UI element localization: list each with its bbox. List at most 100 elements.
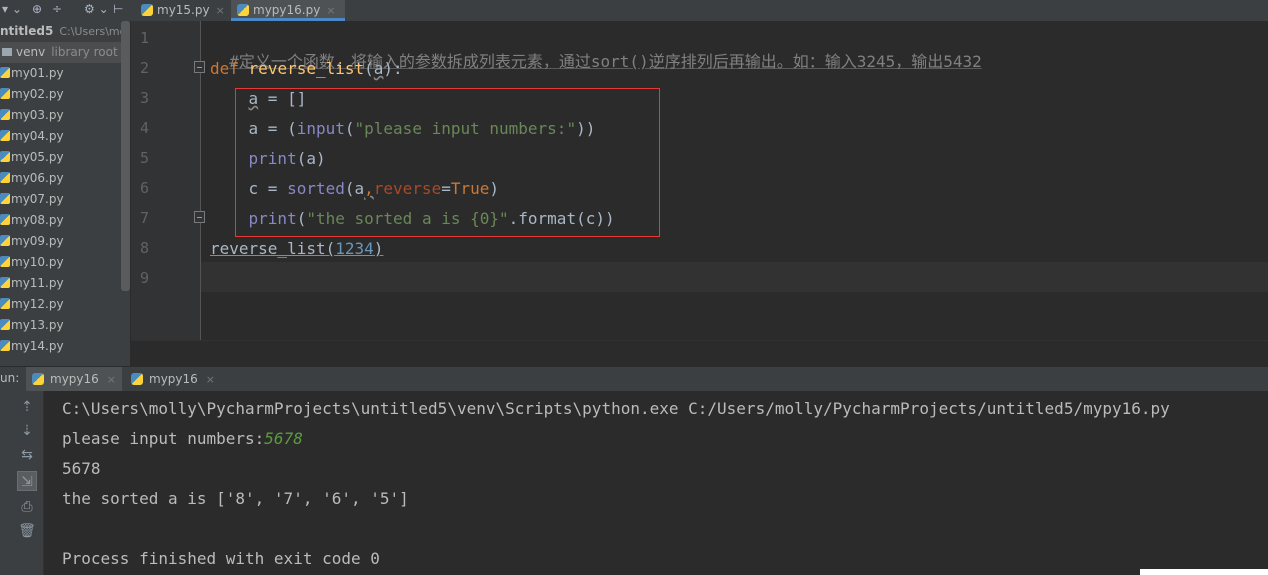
folder-icon <box>2 48 12 56</box>
tab-label: mypy16.py <box>253 3 321 17</box>
sidebar-file-item[interactable]: my14.py <box>0 336 64 357</box>
gear-icon[interactable]: ⚙ ⌄ <box>84 2 109 16</box>
file-label: my01.py <box>11 66 64 80</box>
console-prompt: please input numbers: <box>62 429 265 448</box>
fold-close-icon[interactable] <box>194 211 205 223</box>
sidebar-file-item[interactable]: my09.py <box>0 231 64 252</box>
collapse-icon[interactable]: ÷ <box>52 2 62 16</box>
sidebar-file-item[interactable]: my01.py <box>0 63 64 84</box>
console-prompt-line: please input numbers:5678 <box>62 429 303 448</box>
soft-wrap-icon[interactable]: ⇆ <box>17 445 37 465</box>
arrow-up-icon[interactable]: ⇡ <box>17 397 37 417</box>
file-label: my09.py <box>11 234 64 248</box>
python-file-icon <box>237 4 249 16</box>
close-icon[interactable]: × <box>326 4 335 17</box>
python-file-icon <box>141 4 153 16</box>
file-label: my10.py <box>11 255 64 269</box>
console-command: C:\Users\molly\PycharmProjects\untitled5… <box>62 399 1170 418</box>
paren: ( <box>325 239 336 258</box>
sidebar-file-item[interactable]: my07.py <box>0 189 64 210</box>
close-icon[interactable]: × <box>216 4 225 17</box>
project-sidebar: ntitled5 C:\Users\mol venv library root my… <box>0 21 131 366</box>
sidebar-file-item[interactable]: my12.py <box>0 294 64 315</box>
python-file-icon <box>0 277 10 288</box>
function-name: reverse_list <box>248 59 365 78</box>
line-number: 9 <box>139 269 149 287</box>
tab-mypy16[interactable]: mypy16.py × <box>231 0 345 21</box>
dropdown-icon[interactable]: ▾ ⌄ <box>2 2 22 16</box>
project-root[interactable]: ntitled5 C:\Users\mol <box>0 21 129 42</box>
python-file-icon <box>0 235 10 246</box>
file-label: my11.py <box>11 276 64 290</box>
editor-tab-bar: my15.py × mypy16.py × <box>131 0 1268 22</box>
sidebar-file-item[interactable]: my02.py <box>0 84 64 105</box>
run-console[interactable] <box>44 391 1268 575</box>
hide-icon[interactable]: ⊢ <box>113 2 123 16</box>
keyword-def: def <box>210 59 239 78</box>
add-icon[interactable]: ⊕ <box>32 2 42 16</box>
file-label: my07.py <box>11 192 64 206</box>
file-label: my13.py <box>11 318 64 332</box>
venv-label: venv <box>16 45 46 59</box>
line-number: 3 <box>139 89 149 107</box>
tab-my15[interactable]: my15.py × <box>141 0 226 21</box>
window-edge <box>1140 569 1268 575</box>
python-file-icon <box>0 67 10 78</box>
line-number: 5 <box>139 149 149 167</box>
line-number: 8 <box>139 239 149 257</box>
sidebar-file-item[interactable]: my08.py <box>0 210 64 231</box>
project-root-name: ntitled5 <box>0 24 54 38</box>
python-file-icon <box>0 88 10 99</box>
param-a: a <box>373 59 384 78</box>
python-file-icon <box>0 151 10 162</box>
console-exit: Process finished with exit code 0 <box>62 549 380 568</box>
python-file-icon <box>0 193 10 204</box>
sidebar-scrollbar[interactable] <box>121 21 130 291</box>
close-icon[interactable]: × <box>107 373 116 386</box>
python-file-icon <box>0 109 10 120</box>
sidebar-file-item[interactable]: my10.py <box>0 252 64 273</box>
file-label: my05.py <box>11 150 64 164</box>
line-number: 4 <box>139 119 149 137</box>
file-label: my14.py <box>11 339 64 353</box>
run-tab-label: mypy16 <box>149 372 198 386</box>
file-label: my03.py <box>11 108 64 122</box>
run-panel-header: un: mypy16 × mypy16 × <box>0 366 1268 392</box>
python-run-icon <box>131 373 143 385</box>
fold-open-icon[interactable] <box>194 61 205 73</box>
tab-label: my15.py <box>157 3 210 17</box>
console-user-input: 5678 <box>264 429 303 448</box>
paren: ) <box>373 239 384 258</box>
scroll-to-end-icon[interactable]: ⇲ <box>17 471 37 491</box>
sidebar-file-item[interactable]: my11.py <box>0 273 64 294</box>
print-icon[interactable]: ⎙ <box>17 497 37 517</box>
venv-hint: library root <box>51 45 118 59</box>
python-file-icon <box>0 256 10 267</box>
python-file-icon <box>0 214 10 225</box>
python-file-icon <box>0 340 10 351</box>
number-literal: 1234 <box>335 239 374 258</box>
sidebar-file-item[interactable]: my04.py <box>0 126 64 147</box>
project-root-path: C:\Users\mol <box>59 25 130 38</box>
project-toolbar: ▾ ⌄ ⊕ ÷ ⚙ ⌄ ⊢ <box>0 0 131 22</box>
file-label: my08.py <box>11 213 64 227</box>
close-icon[interactable]: × <box>206 373 215 386</box>
sidebar-file-item[interactable]: my06.py <box>0 168 64 189</box>
sidebar-file-item[interactable]: my13.py <box>0 315 64 336</box>
run-label: un: <box>0 371 20 385</box>
file-label: my04.py <box>11 129 64 143</box>
trash-icon[interactable]: 🗑 <box>17 521 37 541</box>
sidebar-file-item[interactable]: my03.py <box>0 105 64 126</box>
python-file-icon <box>0 130 10 141</box>
python-file-icon <box>0 298 10 309</box>
sidebar-file-item[interactable]: my05.py <box>0 147 64 168</box>
sidebar-item-venv[interactable]: venv library root <box>0 42 131 63</box>
arrow-down-icon[interactable]: ⇣ <box>17 421 37 441</box>
run-tab-mypy16[interactable]: mypy16 × <box>26 367 122 392</box>
run-tab-mypy16-2[interactable]: mypy16 × <box>125 367 221 392</box>
annotation-highlight-box <box>235 88 660 237</box>
python-file-icon <box>0 172 10 183</box>
line-number: 1 <box>139 29 149 47</box>
code-line-2: def reverse_list(a): <box>210 59 403 78</box>
function-call: reverse_list <box>210 239 326 258</box>
